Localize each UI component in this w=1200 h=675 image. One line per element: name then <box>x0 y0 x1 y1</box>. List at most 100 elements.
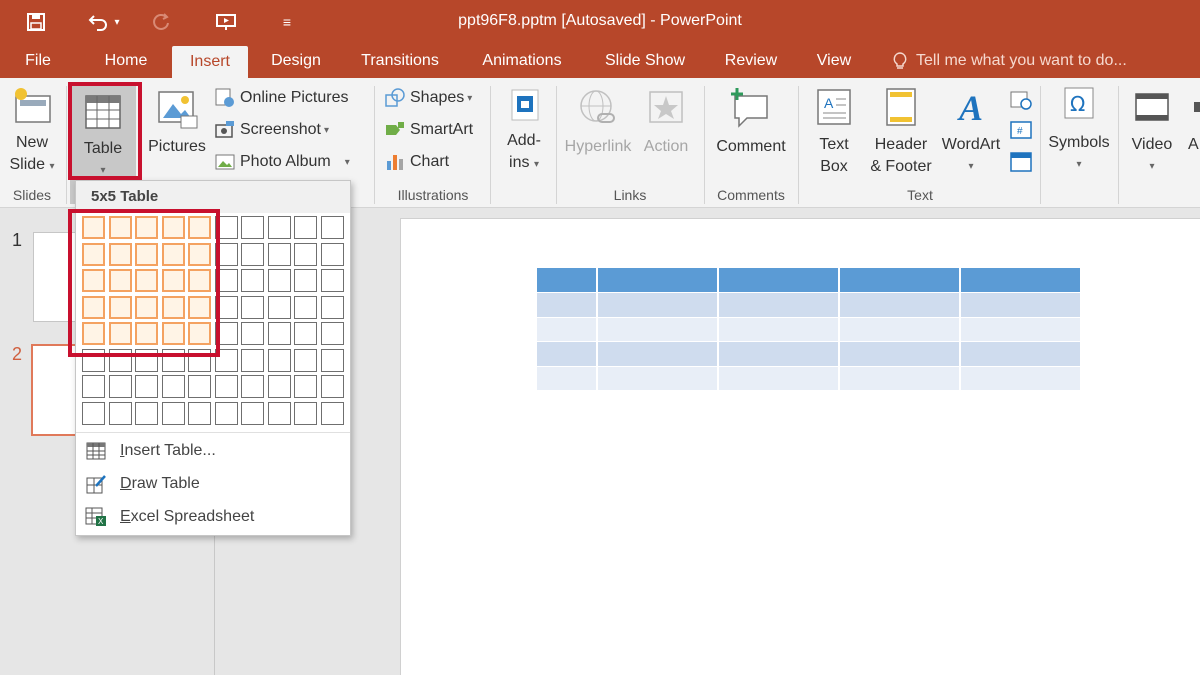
table-grid-cell[interactable] <box>320 401 344 425</box>
table-grid-cell[interactable] <box>161 269 185 292</box>
table-grid-cell[interactable] <box>294 269 317 292</box>
table-grid-cell[interactable] <box>188 375 211 398</box>
table-grid-cell[interactable] <box>267 322 291 345</box>
table-grid-cell[interactable] <box>241 216 264 239</box>
table-grid-cell[interactable] <box>241 242 264 266</box>
audio-button[interactable]: A <box>1184 86 1200 156</box>
excel-spreadsheet-menu-item[interactable]: X Excel Spreadsheet <box>82 501 344 533</box>
table-grid-cell[interactable] <box>82 348 105 372</box>
shapes-button[interactable]: Shapes ▾ <box>384 84 472 112</box>
table-grid-cell[interactable] <box>161 401 185 425</box>
table-grid-cell[interactable] <box>294 348 317 372</box>
tell-me-input[interactable]: Tell me what you want to do... <box>916 44 1127 78</box>
table-grid-cell[interactable] <box>214 216 238 239</box>
table-grid-cell[interactable] <box>241 348 264 372</box>
table-grid-cell[interactable] <box>241 269 264 292</box>
tab-design[interactable]: Design <box>258 44 334 78</box>
photo-album-button[interactable]: Photo Album ▾ <box>214 148 350 176</box>
table-grid-cell[interactable] <box>214 348 238 372</box>
slide-number-button[interactable]: # <box>1009 116 1033 144</box>
symbols-button[interactable]: Ω Symbols ▾ <box>1044 84 1114 176</box>
table-grid-cell[interactable] <box>108 269 132 292</box>
table-grid-cell[interactable] <box>241 401 264 425</box>
tab-insert[interactable]: Insert <box>172 46 248 78</box>
add-ins-button[interactable]: Add- ins ▾ <box>496 86 552 176</box>
table-grid-cell[interactable] <box>320 375 344 398</box>
table-grid-cell[interactable] <box>108 216 132 239</box>
table-grid-cell[interactable] <box>161 375 185 398</box>
tab-review[interactable]: Review <box>716 44 786 78</box>
comment-button[interactable]: Comment <box>708 86 794 158</box>
header-footer-button[interactable]: Header & Footer <box>864 86 938 178</box>
table-grid-cell[interactable] <box>294 401 317 425</box>
table-grid-cell[interactable] <box>188 242 211 266</box>
table-grid-cell[interactable] <box>108 348 132 372</box>
table-grid-cell[interactable] <box>108 375 132 398</box>
table-grid-cell[interactable] <box>214 375 238 398</box>
table-grid-cell[interactable] <box>161 216 185 239</box>
table-grid-cell[interactable] <box>267 375 291 398</box>
screenshot-button[interactable]: Screenshot ▾ <box>214 116 329 144</box>
chart-button[interactable]: Chart <box>384 148 449 176</box>
table-grid-cell[interactable] <box>188 216 211 239</box>
new-slide-button[interactable]: New Slide ▾ <box>4 86 60 178</box>
table-grid-cell[interactable] <box>294 375 317 398</box>
table-grid-cell[interactable] <box>82 322 105 345</box>
table-grid-cell[interactable] <box>214 401 238 425</box>
table-grid-cell[interactable] <box>320 295 344 319</box>
table-grid-cell[interactable] <box>267 401 291 425</box>
table-grid-cell[interactable] <box>188 348 211 372</box>
table-grid-cell[interactable] <box>188 269 211 292</box>
table-grid-cell[interactable] <box>267 348 291 372</box>
table-grid-cell[interactable] <box>108 295 132 319</box>
table-grid-cell[interactable] <box>108 401 132 425</box>
table-grid-cell[interactable] <box>214 295 238 319</box>
tab-animations[interactable]: Animations <box>470 44 574 78</box>
tab-file[interactable]: File <box>12 44 64 78</box>
table-grid-cell[interactable] <box>82 242 105 266</box>
tab-view[interactable]: View <box>806 44 862 78</box>
table-grid-cell[interactable] <box>82 216 105 239</box>
online-pictures-button[interactable]: Online Pictures <box>214 84 349 112</box>
tab-transitions[interactable]: Transitions <box>352 44 448 78</box>
wordart-button[interactable]: A WordArt ▾ <box>936 86 1006 178</box>
table-grid-cell[interactable] <box>241 295 264 319</box>
video-button[interactable]: Video ▾ <box>1122 86 1182 178</box>
table-grid-cell[interactable] <box>214 269 238 292</box>
table-grid-cell[interactable] <box>135 295 158 319</box>
object-button[interactable] <box>1009 148 1033 176</box>
table-grid-cell[interactable] <box>108 322 132 345</box>
table-grid-cell[interactable] <box>188 322 211 345</box>
table-grid-cell[interactable] <box>82 401 105 425</box>
table-grid-cell[interactable] <box>161 295 185 319</box>
slide-table[interactable] <box>537 268 1082 391</box>
date-time-button[interactable] <box>1009 86 1033 114</box>
table-grid-cell[interactable] <box>82 375 105 398</box>
table-grid-cell[interactable] <box>161 348 185 372</box>
table-grid-cell[interactable] <box>82 295 105 319</box>
table-grid-cell[interactable] <box>320 242 344 266</box>
table-grid-cell[interactable] <box>161 242 185 266</box>
text-box-button[interactable]: A Text Box <box>806 86 862 178</box>
table-grid-cell[interactable] <box>161 322 185 345</box>
table-grid-cell[interactable] <box>214 242 238 266</box>
table-grid-cell[interactable] <box>188 295 211 319</box>
table-grid-cell[interactable] <box>320 348 344 372</box>
table-grid-cell[interactable] <box>294 295 317 319</box>
table-grid-cell[interactable] <box>267 269 291 292</box>
table-grid-cell[interactable] <box>135 216 158 239</box>
table-grid-cell[interactable] <box>188 401 211 425</box>
tab-slide-show[interactable]: Slide Show <box>596 44 694 78</box>
table-grid-cell[interactable] <box>135 322 158 345</box>
table-grid-cell[interactable] <box>135 348 158 372</box>
table-grid-cell[interactable] <box>135 242 158 266</box>
table-grid-cell[interactable] <box>135 401 158 425</box>
table-grid-cell[interactable] <box>294 322 317 345</box>
table-grid-cell[interactable] <box>135 375 158 398</box>
table-grid-cell[interactable] <box>320 216 344 239</box>
tab-home[interactable]: Home <box>93 44 159 78</box>
table-grid-picker[interactable] <box>82 216 348 428</box>
table-grid-cell[interactable] <box>214 322 238 345</box>
table-grid-cell[interactable] <box>294 216 317 239</box>
table-grid-cell[interactable] <box>320 322 344 345</box>
